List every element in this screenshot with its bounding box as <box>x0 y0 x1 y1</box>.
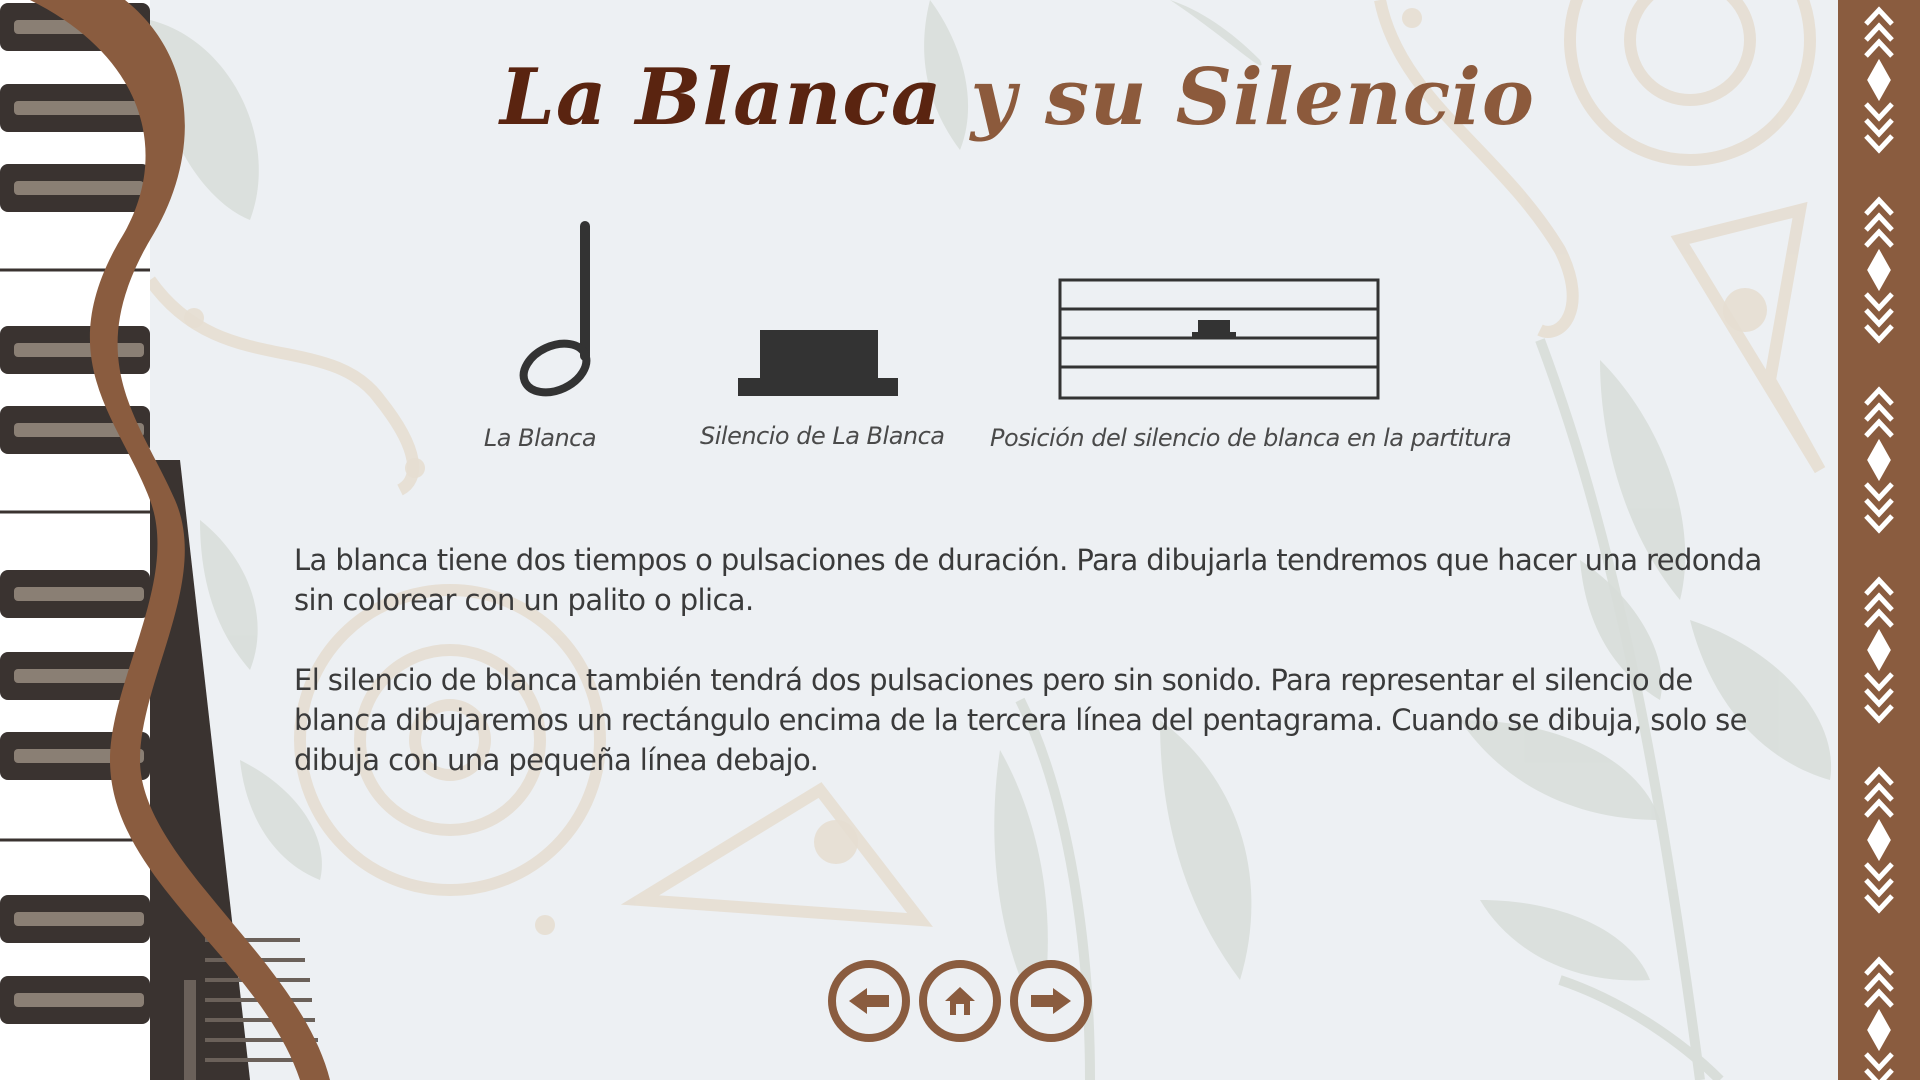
paragraph-half-note: La blanca tiene dos tiempos o pulsacione… <box>294 543 1762 617</box>
zigzag-pattern <box>1838 6 1920 1080</box>
rest-caption: Silencio de La Blanca <box>700 422 945 450</box>
staff-diagram <box>1058 278 1380 400</box>
half-rest-icon <box>738 330 898 396</box>
previous-button[interactable] <box>828 960 910 1042</box>
arrow-right-icon <box>1031 988 1071 1014</box>
home-icon <box>945 987 975 1015</box>
title-main: La Blanca <box>500 52 943 143</box>
slide-title: La Blanca y su Silencio <box>500 52 1534 172</box>
arrow-left-icon <box>849 988 889 1014</box>
next-button[interactable] <box>1010 960 1092 1042</box>
piano-keyboard-decoration <box>0 0 330 1080</box>
right-decorative-border <box>1838 0 1920 1080</box>
title-secondary: y su Silencio <box>942 52 1535 143</box>
paragraph-half-rest: El silencio de blanca también tendrá dos… <box>294 663 1747 777</box>
home-button[interactable] <box>919 960 1001 1042</box>
staff-caption: Posición del silencio de blanca en la pa… <box>990 424 1512 452</box>
staff-rest-mark <box>1192 320 1236 338</box>
half-note-icon <box>519 221 591 397</box>
note-caption: La Blanca <box>483 424 597 452</box>
